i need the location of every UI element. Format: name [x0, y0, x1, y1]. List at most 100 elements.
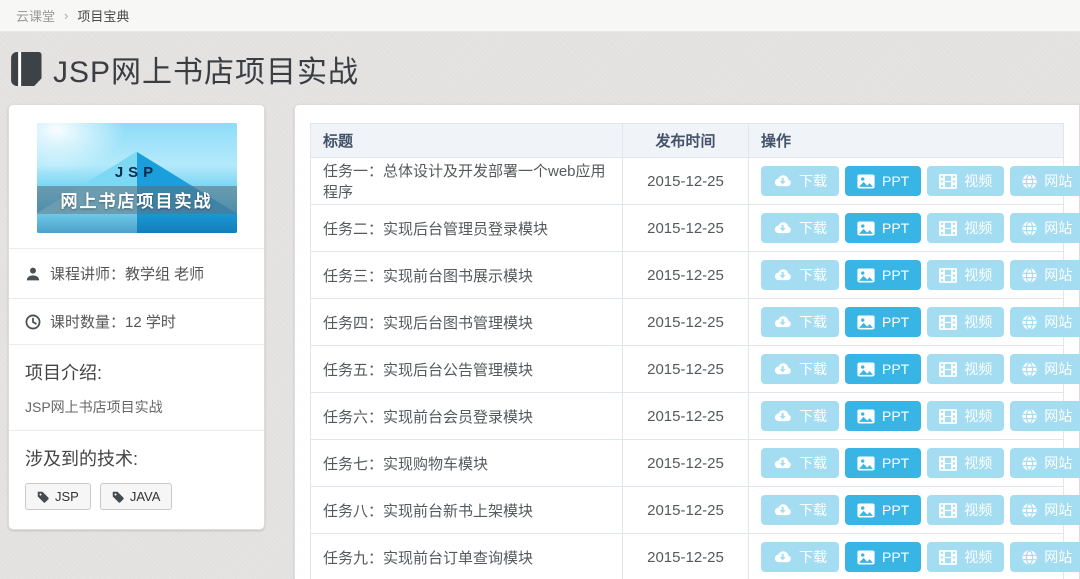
breadcrumb-separator-icon: › — [64, 8, 68, 23]
website-button[interactable]: 网站 — [1010, 166, 1080, 196]
task-title: 任务一：总体设计及开发部署一个web应用程序 — [323, 163, 606, 201]
table-header-row: 标题 发布时间 操作 — [311, 124, 1064, 158]
video-button[interactable]: 视频 — [927, 354, 1004, 384]
publish-date: 2015-12-25 — [647, 455, 724, 472]
download-button[interactable]: 下载 — [761, 448, 839, 478]
download-button[interactable]: 下载 — [761, 542, 839, 572]
video-button[interactable]: 视频 — [927, 213, 1004, 243]
button-label: PPT — [882, 549, 909, 565]
film-icon — [939, 362, 957, 377]
task-title: 任务八：实现前台新书上架模块 — [323, 503, 533, 520]
task-title: 任务九：实现前台订单查询模块 — [323, 550, 533, 567]
button-label: PPT — [882, 455, 909, 471]
button-label: 视频 — [964, 265, 992, 285]
ppt-button[interactable]: PPT — [845, 166, 921, 196]
video-button[interactable]: 视频 — [927, 495, 1004, 525]
button-label: 视频 — [964, 359, 992, 379]
website-button[interactable]: 网站 — [1010, 213, 1080, 243]
page-title: JSP网上书店项目实战 — [53, 47, 359, 91]
table-row: 任务八：实现前台新书上架模块 2015-12-25 下载 — [311, 487, 1064, 534]
globe-icon — [1022, 503, 1037, 518]
publish-date: 2015-12-25 — [647, 220, 724, 237]
task-title: 任务三：实现前台图书展示模块 — [323, 268, 533, 285]
download-button[interactable]: 下载 — [761, 495, 839, 525]
ppt-button[interactable]: PPT — [845, 495, 921, 525]
ppt-button[interactable]: PPT — [845, 542, 921, 572]
cloud-download-icon — [773, 362, 792, 376]
cloud-download-icon — [773, 409, 792, 423]
website-button[interactable]: 网站 — [1010, 260, 1080, 290]
cover-banner-text: 网上书店项目实战 — [37, 186, 237, 215]
hours-row: 课时数量：12 学时 — [9, 298, 264, 344]
course-sidebar: 网上书店项目实战 JSP 课程讲师：教学组 老师 课时数量：12 学时 项目介绍… — [8, 104, 265, 530]
table-row: 任务一：总体设计及开发部署一个web应用程序 2015-12-25 下载 — [311, 158, 1064, 205]
download-button[interactable]: 下载 — [761, 354, 839, 384]
clock-icon — [25, 314, 41, 330]
globe-icon — [1022, 456, 1037, 471]
image-icon — [857, 315, 875, 330]
download-button[interactable]: 下载 — [761, 260, 839, 290]
button-label: 下载 — [799, 171, 827, 191]
task-table: 标题 发布时间 操作 任务一：总体设计及开发部署一个web应用程序 2015-1… — [310, 123, 1064, 579]
cover-badge-text: JSP — [37, 164, 237, 181]
download-button[interactable]: 下载 — [761, 401, 839, 431]
tech-heading: 涉及到的技术: — [25, 445, 248, 471]
film-icon — [939, 503, 957, 518]
download-button[interactable]: 下载 — [761, 213, 839, 243]
image-icon — [857, 409, 875, 424]
button-label: PPT — [882, 314, 909, 330]
task-title: 任务六：实现前台会员登录模块 — [323, 409, 533, 426]
breadcrumb-home-link[interactable]: 云课堂 — [16, 6, 55, 25]
button-label: 下载 — [799, 453, 827, 473]
video-button[interactable]: 视频 — [927, 542, 1004, 572]
button-label: 下载 — [799, 547, 827, 567]
download-button[interactable]: 下载 — [761, 166, 839, 196]
table-row: 任务五：实现后台公告管理模块 2015-12-25 下载 — [311, 346, 1064, 393]
website-button[interactable]: 网站 — [1010, 495, 1080, 525]
user-icon — [25, 266, 41, 282]
intro-heading: 项目介绍: — [25, 359, 248, 385]
video-button[interactable]: 视频 — [927, 448, 1004, 478]
ppt-button[interactable]: PPT — [845, 307, 921, 337]
cloud-download-icon — [773, 268, 792, 282]
table-row: 任务九：实现前台订单查询模块 2015-12-25 下载 — [311, 534, 1064, 579]
image-icon — [857, 221, 875, 236]
film-icon — [939, 174, 957, 189]
download-button[interactable]: 下载 — [761, 307, 839, 337]
video-button[interactable]: 视频 — [927, 166, 1004, 196]
ppt-button[interactable]: PPT — [845, 354, 921, 384]
tech-tag-java[interactable]: JAVA — [100, 483, 173, 510]
button-label: 下载 — [799, 500, 827, 520]
video-button[interactable]: 视频 — [927, 307, 1004, 337]
globe-icon — [1022, 409, 1037, 424]
website-button[interactable]: 网站 — [1010, 307, 1080, 337]
button-label: 视频 — [964, 171, 992, 191]
ppt-button[interactable]: PPT — [845, 260, 921, 290]
globe-icon — [1022, 315, 1037, 330]
film-icon — [939, 268, 957, 283]
table-row: 任务七：实现购物车模块 2015-12-25 下载 PP — [311, 440, 1064, 487]
film-icon — [939, 550, 957, 565]
button-label: 网站 — [1044, 453, 1072, 473]
website-button[interactable]: 网站 — [1010, 448, 1080, 478]
task-list-panel: 标题 发布时间 操作 任务一：总体设计及开发部署一个web应用程序 2015-1… — [294, 104, 1080, 579]
ppt-button[interactable]: PPT — [845, 401, 921, 431]
button-label: 网站 — [1044, 500, 1072, 520]
ppt-button[interactable]: PPT — [845, 448, 921, 478]
website-button[interactable]: 网站 — [1010, 401, 1080, 431]
table-row: 任务三：实现前台图书展示模块 2015-12-25 下载 — [311, 252, 1064, 299]
cloud-download-icon — [773, 174, 792, 188]
table-row: 任务二：实现后台管理员登录模块 2015-12-25 下载 — [311, 205, 1064, 252]
video-button[interactable]: 视频 — [927, 260, 1004, 290]
globe-icon — [1022, 221, 1037, 236]
button-label: 下载 — [799, 406, 827, 426]
website-button[interactable]: 网站 — [1010, 542, 1080, 572]
tech-tag-jsp[interactable]: JSP — [25, 483, 91, 510]
globe-icon — [1022, 268, 1037, 283]
publish-date: 2015-12-25 — [647, 267, 724, 284]
ppt-button[interactable]: PPT — [845, 213, 921, 243]
website-button[interactable]: 网站 — [1010, 354, 1080, 384]
film-icon — [939, 456, 957, 471]
button-label: 网站 — [1044, 312, 1072, 332]
video-button[interactable]: 视频 — [927, 401, 1004, 431]
